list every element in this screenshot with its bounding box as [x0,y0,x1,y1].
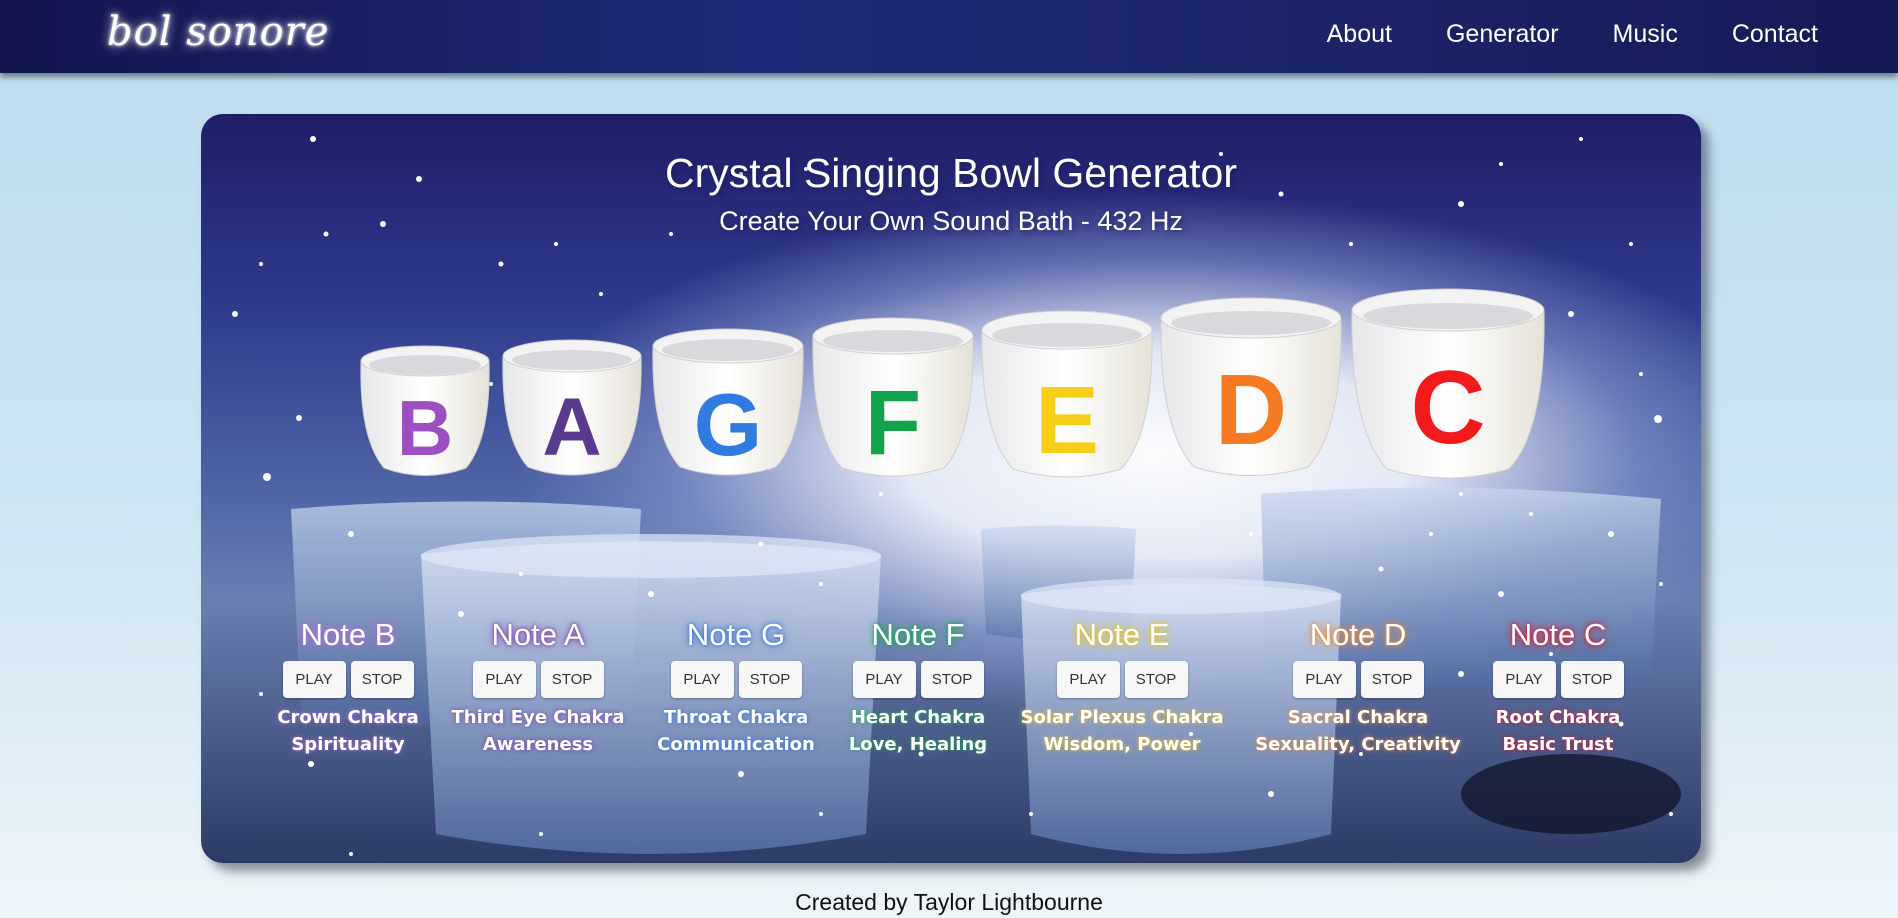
note-title: Note C [1509,617,1607,652]
navbar: bol sonore About Generator Music Contact [0,0,1898,73]
brand-logo[interactable]: bol sonore [107,9,329,55]
play-button[interactable]: PLAY [472,661,536,698]
page-subtitle: Create Your Own Sound Bath - 432 Hz [719,206,1183,236]
play-button[interactable]: PLAY [670,661,734,698]
chakra-meaning: Sexuality, Creativity [1255,734,1461,755]
footer-credit: Created by Taylor Lightbourne [795,889,1103,915]
play-button[interactable]: PLAY [1292,661,1356,698]
bowl-letter: B [397,384,453,472]
play-button[interactable]: PLAY [1056,661,1120,698]
chakra-name: Third Eye Chakra Awareness [451,707,625,755]
nav-link-music[interactable]: Music [1613,20,1678,49]
note-title: Note B [300,617,396,652]
page-title: Crystal Singing Bowl Generator [665,150,1237,196]
nav-link-about[interactable]: About [1327,20,1392,49]
bowl-letter: F [865,372,921,474]
nav-links: About Generator Music Contact [1327,20,1818,49]
stop-button[interactable]: STOP [1360,661,1424,698]
bowl-letter: D [1215,354,1287,466]
note-title: Note E [1074,617,1170,652]
chakra-name: Crown Chakra Spirituality [277,707,419,755]
nav-link-generator[interactable]: Generator [1446,20,1559,49]
chakra-name: Sacral Chakra Sexuality, Creativity [1255,707,1461,755]
bowl-c[interactable]: C [1349,285,1547,483]
note-f-controls: Note F PLAY STOP Heart Chakra Love, Heali… [808,617,1028,758]
stop-button[interactable]: STOP [1124,661,1188,698]
bowl-g[interactable]: G [650,325,806,479]
stop-button[interactable]: STOP [1560,661,1624,698]
stop-button[interactable]: STOP [738,661,802,698]
play-button[interactable]: PLAY [852,661,916,698]
bowl-letter: G [694,375,762,474]
chakra-name: Heart Chakra Love, Healing [848,707,988,755]
generator-panel: Crystal Singing Bowl Generator Create Yo… [201,114,1701,863]
bowl-letter: A [542,382,601,473]
bowl-f[interactable]: F [810,314,976,480]
nav-link-contact[interactable]: Contact [1732,20,1818,49]
chakra-meaning: Basic Trust [1502,734,1614,755]
bowl-d[interactable]: D [1158,294,1344,480]
chakra-name: Solar Plexus Chakra Wisdom, Power [1020,707,1224,755]
bowl-letter: E [1035,367,1099,474]
chakra-meaning: Communication [657,734,815,755]
bowl-a[interactable]: A [500,337,644,479]
chakra-name: Root Chakra Basic Trust [1495,707,1621,755]
bowl-b[interactable]: B [358,343,492,479]
note-e-controls: Note E PLAY STOP Solar Plexus Chakra Wisd… [1012,617,1232,758]
bowl-e[interactable]: E [979,307,1155,481]
chakra-meaning: Spirituality [291,734,405,755]
chakra-meaning: Love, Healing [848,734,988,755]
note-c-controls: Note C PLAY STOP Root Chakra Basic Trust [1448,617,1668,758]
note-title: Note D [1309,617,1407,652]
chakra-meaning: Awareness [482,734,594,755]
note-a-controls: Note A PLAY STOP Third Eye Chakra Awarene… [428,617,648,758]
bowl-letter: C [1410,350,1485,466]
note-d-controls: Note D PLAY STOP Sacral Chakra Sexuality,… [1248,617,1468,758]
chakra-meaning: Wisdom, Power [1043,734,1201,755]
stop-button[interactable]: STOP [350,661,414,698]
stop-button[interactable]: STOP [920,661,984,698]
stop-button[interactable]: STOP [540,661,604,698]
note-title: Note A [491,617,585,652]
note-b-controls: Note B PLAY STOP Crown Chakra Spiritualit… [238,617,458,758]
note-title: Note F [871,617,965,652]
play-button[interactable]: PLAY [1492,661,1556,698]
play-button[interactable]: PLAY [282,661,346,698]
